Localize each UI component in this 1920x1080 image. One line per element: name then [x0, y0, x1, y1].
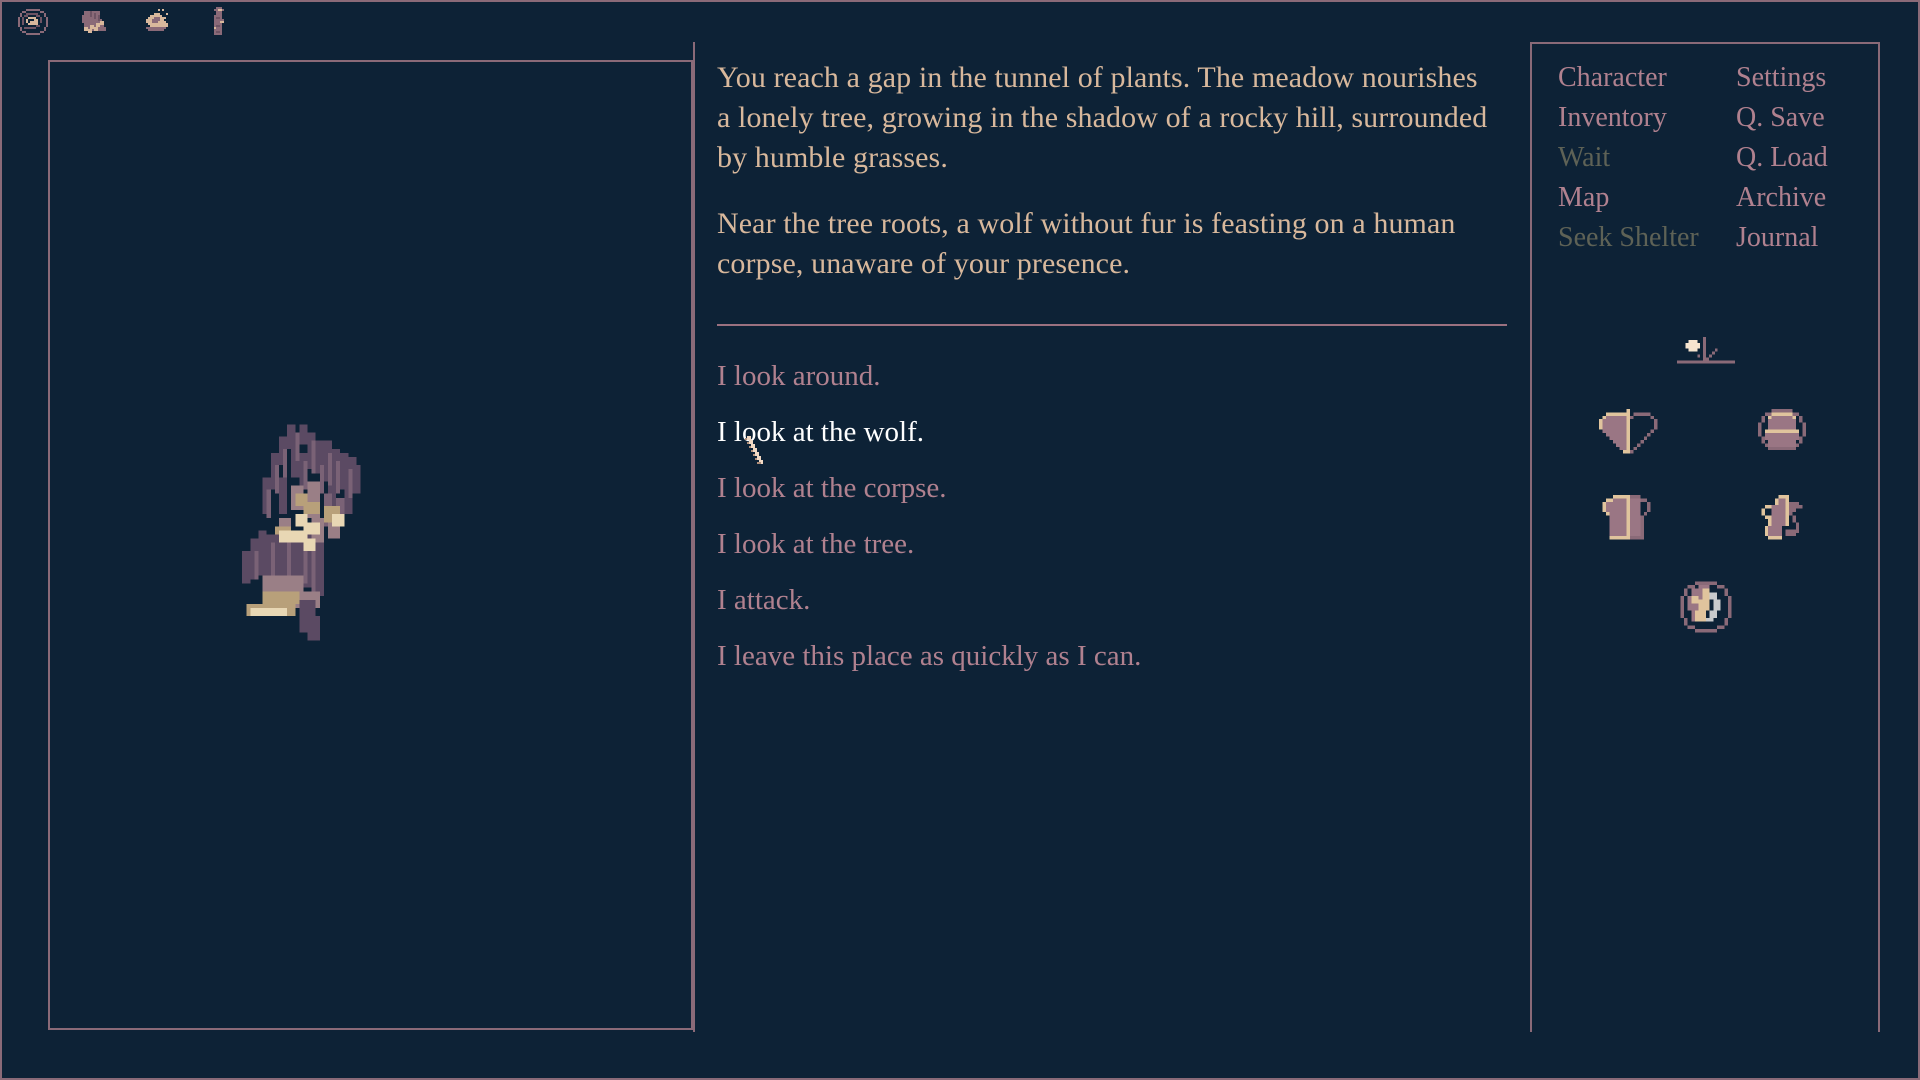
menu-grid: Character Settings Inventory Q. Save Wai…: [1558, 58, 1858, 258]
status-row-moon: [1532, 574, 1880, 640]
menu-item-wait: Wait: [1558, 142, 1611, 173]
narrative-panel: You reach a gap in the tunnel of plants.…: [717, 58, 1507, 1048]
choice-look-around[interactable]: I look around.: [717, 348, 1497, 404]
book-icon[interactable]: [78, 5, 112, 39]
wolf-scene-pixel-art: [225, 412, 390, 657]
menu-item-quick-load[interactable]: Q. Load: [1736, 138, 1858, 178]
story-paragraph: You reach a gap in the tunnel of plants.…: [717, 61, 1488, 174]
menu-item-quick-save[interactable]: Q. Save: [1736, 98, 1858, 138]
illustration-panel: [48, 60, 693, 1030]
wave-icon[interactable]: [140, 5, 174, 39]
heart-health-icon[interactable]: [1599, 402, 1661, 464]
choice-look-at-corpse[interactable]: I look at the corpse.: [717, 460, 1497, 516]
menu-item-journal[interactable]: Journal: [1736, 218, 1858, 258]
choice-leave-place[interactable]: I leave this place as quickly as I can.: [717, 628, 1497, 684]
menu-item-seek-shelter: Seek Shelter: [1558, 222, 1699, 253]
choices-list: I look around. I look at the wolf. I loo…: [717, 348, 1497, 684]
panel-divider-left: [693, 42, 695, 1032]
choice-look-at-wolf[interactable]: I look at the wolf.: [717, 404, 1497, 460]
choice-attack[interactable]: I attack.: [717, 572, 1497, 628]
spiral-shell-icon[interactable]: [16, 5, 50, 39]
top-icon-bar: [2, 2, 1918, 42]
menu-item-character[interactable]: Character: [1558, 58, 1736, 98]
menu-panel: Character Settings Inventory Q. Save Wai…: [1532, 42, 1880, 1032]
menu-item-archive[interactable]: Archive: [1736, 178, 1858, 218]
moon-orb-icon[interactable]: [1673, 574, 1739, 640]
menu-item-inventory[interactable]: Inventory: [1558, 98, 1736, 138]
compass-time-icon[interactable]: [1671, 334, 1741, 378]
bowl-hunger-icon[interactable]: [1751, 402, 1813, 464]
status-row-time: [1532, 334, 1880, 378]
status-row-gear: [1532, 488, 1880, 550]
menu-item-map[interactable]: Map: [1558, 178, 1736, 218]
story-paragraph: Near the tree roots, a wolf without fur …: [717, 207, 1456, 280]
panels-row: You reach a gap in the tunnel of plants.…: [2, 42, 1918, 1078]
status-row-vitals: [1532, 402, 1880, 464]
menu-item-settings[interactable]: Settings: [1736, 58, 1858, 98]
choice-look-at-tree[interactable]: I look at the tree.: [717, 516, 1497, 572]
status-icon-cluster: [1532, 334, 1880, 664]
shirt-clothing-icon[interactable]: [1599, 488, 1661, 550]
seahorse-figure-icon[interactable]: [202, 5, 236, 39]
star-energy-icon[interactable]: [1751, 488, 1813, 550]
choices-divider: [717, 324, 1507, 326]
game-window: You reach a gap in the tunnel of plants.…: [0, 0, 1920, 1080]
